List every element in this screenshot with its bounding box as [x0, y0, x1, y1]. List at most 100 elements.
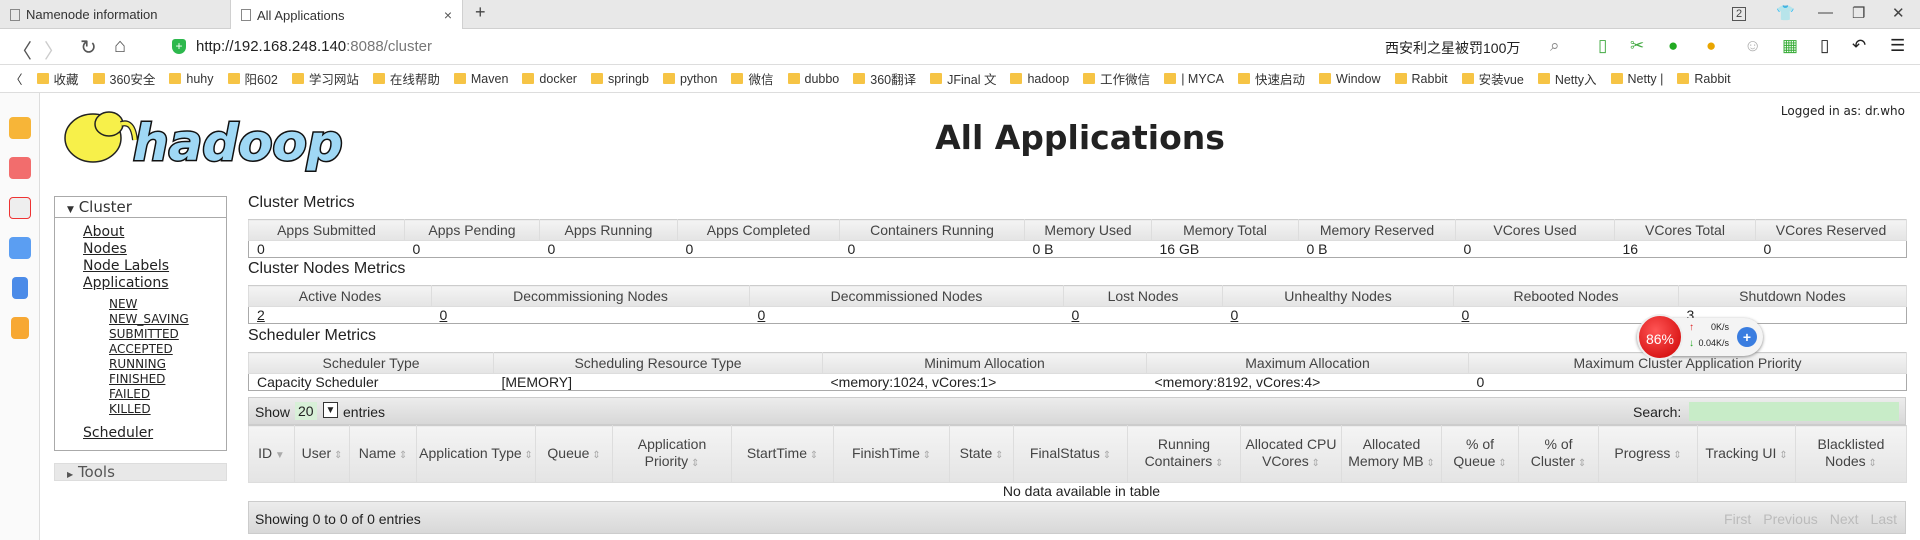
- bookmark-item[interactable]: | MYCA: [1164, 72, 1224, 86]
- skin-icon[interactable]: 👕: [1776, 4, 1795, 22]
- home-icon[interactable]: ⌂: [114, 35, 126, 58]
- nav-link-state[interactable]: KILLED: [55, 402, 226, 417]
- nav-link-state[interactable]: RUNNING: [55, 357, 226, 372]
- nav-link-nodes[interactable]: Nodes: [55, 241, 226, 258]
- bookmark-item[interactable]: Window: [1319, 72, 1381, 86]
- sort-header[interactable]: Blacklisted Nodes ⇕: [1795, 425, 1907, 483]
- new-tab-button[interactable]: +: [475, 2, 486, 23]
- close-tab-icon[interactable]: ×: [444, 7, 452, 23]
- bookmark-item[interactable]: JFinal 文: [930, 69, 996, 88]
- bookmark-book-icon[interactable]: [11, 317, 29, 339]
- bookmark-item[interactable]: 微信: [731, 69, 774, 88]
- nav-link-about[interactable]: About: [55, 224, 226, 241]
- tab-all-applications[interactable]: All Applications ×: [230, 0, 463, 30]
- nav-link-applications[interactable]: Applications: [55, 275, 226, 292]
- mail-icon[interactable]: [9, 237, 31, 259]
- bookmark-item[interactable]: 安装vue: [1461, 69, 1524, 88]
- bookmark-item[interactable]: 360安全: [92, 69, 155, 88]
- back-icon[interactable]: 〈: [12, 35, 32, 64]
- sort-header[interactable]: Application Type ⇕: [416, 425, 536, 483]
- sort-header[interactable]: Name ⇕: [349, 425, 417, 483]
- nav-link-state[interactable]: SUBMITTED: [55, 327, 226, 342]
- metric-link[interactable]: 0: [1231, 307, 1239, 323]
- bookmark-item[interactable]: huhy: [169, 72, 214, 86]
- metric-link[interactable]: 0: [758, 307, 766, 323]
- notes-icon[interactable]: [9, 157, 31, 179]
- sort-header[interactable]: Tracking UI ⇕: [1697, 425, 1796, 483]
- sort-header[interactable]: User ⇕: [294, 425, 350, 483]
- pager-next-button[interactable]: Next: [1830, 511, 1859, 527]
- reader-icon[interactable]: ▯: [1598, 36, 1607, 56]
- nav-link-state[interactable]: ACCEPTED: [55, 342, 226, 357]
- bookmark-item[interactable]: docker: [522, 72, 577, 86]
- undo-icon[interactable]: ↶: [1852, 36, 1866, 56]
- sort-header[interactable]: Running Containers ⇕: [1127, 425, 1241, 483]
- nav-link-node-labels[interactable]: Node Labels: [55, 258, 226, 275]
- apps-icon[interactable]: ▦: [1782, 36, 1798, 56]
- weibo-icon[interactable]: [9, 197, 31, 219]
- menu-icon[interactable]: ☰: [1890, 36, 1905, 56]
- document-icon[interactable]: [12, 277, 28, 299]
- sort-header[interactable]: Allocated Memory MB ⇕: [1341, 425, 1442, 483]
- cluster-nav-header[interactable]: ▼ Cluster: [55, 197, 226, 218]
- bookmark-item[interactable]: Rabbit: [1677, 72, 1731, 86]
- translate-icon[interactable]: ●: [1668, 36, 1678, 56]
- search-icon[interactable]: ⌕: [1550, 36, 1560, 56]
- sort-header[interactable]: Queue ⇕: [535, 425, 613, 483]
- bookmark-item[interactable]: Rabbit: [1394, 72, 1448, 86]
- pager-last-button[interactable]: Last: [1871, 511, 1897, 527]
- bookmark-item[interactable]: 在线帮助: [372, 69, 440, 88]
- bookmark-item[interactable]: dubbo: [787, 72, 839, 86]
- sort-header[interactable]: Application Priority ⇕: [612, 425, 732, 483]
- metric-link[interactable]: 0: [1462, 307, 1470, 323]
- url-input[interactable]: http://192.168.248.140:8088/cluster: [196, 38, 432, 55]
- tools-nav-header[interactable]: ▶ Tools: [54, 463, 227, 481]
- forward-icon[interactable]: 〉: [44, 35, 64, 64]
- bookmark-item[interactable]: 工作微信: [1083, 69, 1150, 88]
- tab-count-badge[interactable]: 2: [1732, 7, 1747, 21]
- phone-icon[interactable]: ▯: [1820, 36, 1829, 56]
- sort-header[interactable]: FinishTime ⇕: [833, 425, 950, 483]
- bookmark-item[interactable]: 收藏: [36, 69, 79, 88]
- bookmark-item[interactable]: 360翻译: [853, 69, 916, 88]
- nav-link-state[interactable]: NEW: [55, 297, 226, 312]
- bookmarks-collapse-icon[interactable]: 〈: [10, 69, 23, 88]
- shield-icon[interactable]: ●: [1706, 36, 1716, 56]
- sort-header[interactable]: StartTime ⇕: [731, 425, 834, 483]
- scissors-icon[interactable]: ✂: [1630, 36, 1644, 56]
- sort-header[interactable]: % of Cluster ⇕: [1518, 425, 1599, 483]
- metric-link[interactable]: 2: [257, 307, 265, 323]
- network-speed-widget[interactable]: 86% ↑ ↓ 0K/s 0.04K/s +: [1637, 314, 1763, 360]
- sort-header[interactable]: Allocated CPU VCores ⇕: [1240, 425, 1342, 483]
- favorites-icon[interactable]: [9, 117, 31, 139]
- sort-header[interactable]: % of Queue ⇕: [1441, 425, 1519, 483]
- entries-select[interactable]: 20: [295, 402, 317, 420]
- bookmark-item[interactable]: Maven: [453, 72, 508, 86]
- sort-header[interactable]: State ⇕: [949, 425, 1014, 483]
- hadoop-logo[interactable]: hadoop: [55, 100, 355, 172]
- minimize-icon[interactable]: —: [1818, 4, 1833, 21]
- emoji-icon[interactable]: ☺: [1744, 36, 1761, 56]
- sort-header[interactable]: ID ▼: [248, 425, 295, 483]
- chevron-down-icon[interactable]: ▼: [323, 402, 338, 418]
- bookmark-item[interactable]: Netty |: [1610, 72, 1663, 86]
- nav-link-state[interactable]: FAILED: [55, 387, 226, 402]
- sort-header[interactable]: Progress ⇕: [1598, 425, 1698, 483]
- reload-icon[interactable]: ↻: [80, 35, 97, 60]
- nav-link-state[interactable]: FINISHED: [55, 372, 226, 387]
- bookmark-item[interactable]: python: [662, 72, 717, 86]
- bookmark-item[interactable]: 学习网站: [291, 69, 359, 88]
- bookmark-item[interactable]: Netty入: [1537, 69, 1597, 88]
- bookmark-item[interactable]: 快速启动: [1238, 69, 1305, 88]
- pager-previous-button[interactable]: Previous: [1763, 511, 1817, 527]
- metric-link[interactable]: 0: [440, 307, 448, 323]
- tab-namenode[interactable]: Namenode information: [0, 0, 230, 29]
- nav-link-scheduler[interactable]: Scheduler: [55, 425, 226, 442]
- sort-header[interactable]: FinalStatus ⇕: [1013, 425, 1128, 483]
- search-box[interactable]: 西安利之星被罚100万: [1385, 38, 1520, 58]
- bookmark-item[interactable]: springb: [590, 72, 649, 86]
- bookmark-item[interactable]: 阳602: [227, 69, 278, 88]
- plus-icon[interactable]: +: [1737, 327, 1757, 347]
- search-input[interactable]: [1689, 402, 1899, 421]
- close-window-icon[interactable]: ✕: [1892, 4, 1905, 22]
